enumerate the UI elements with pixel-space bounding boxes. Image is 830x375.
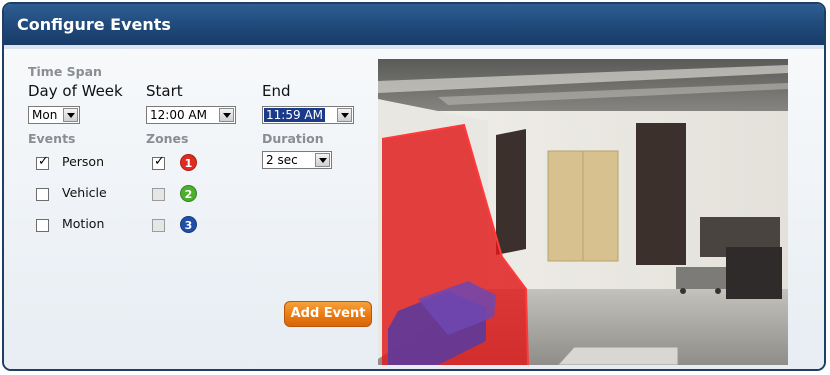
event-motion-checkbox[interactable] — [36, 219, 49, 232]
duration-label: Duration — [262, 131, 324, 146]
title-bar: Configure Events — [4, 4, 824, 45]
end-label: End — [262, 82, 291, 100]
end-time-value: 11:59 AM — [264, 108, 325, 122]
zone-2-checkbox[interactable] — [152, 188, 165, 201]
chevron-down-icon[interactable] — [219, 108, 234, 122]
event-person-checkbox[interactable]: ✓ — [36, 155, 49, 170]
camera-scene-image — [378, 59, 788, 366]
chevron-down-icon[interactable] — [63, 108, 78, 122]
zone-2-badge: 2 — [180, 185, 197, 202]
duration-value: 2 sec — [266, 153, 298, 167]
camera-view[interactable] — [378, 59, 788, 366]
zone-3-checkbox[interactable] — [152, 219, 165, 232]
zones-label: Zones — [146, 131, 189, 146]
chevron-down-icon[interactable] — [337, 108, 352, 122]
event-person-label: Person — [62, 154, 105, 169]
event-vehicle-label: Vehicle — [62, 185, 107, 200]
day-of-week-select[interactable]: Mon — [28, 106, 80, 124]
start-label: Start — [146, 82, 183, 100]
time-span-label: Time Span — [28, 64, 102, 79]
events-label: Events — [28, 131, 76, 146]
add-event-button[interactable]: Add Event — [284, 301, 372, 327]
start-time-value: 12:00 AM — [150, 108, 207, 122]
panel-title: Configure Events — [17, 15, 171, 34]
event-motion-label: Motion — [62, 216, 105, 231]
chevron-down-icon[interactable] — [315, 153, 330, 167]
day-of-week-label: Day of Week — [28, 82, 123, 100]
duration-select[interactable]: 2 sec — [262, 151, 332, 169]
zone-3-badge: 3 — [180, 216, 197, 233]
zone-1-badge: 1 — [180, 154, 197, 171]
day-of-week-value: Mon — [32, 108, 58, 122]
start-time-select[interactable]: 12:00 AM — [146, 106, 236, 124]
end-time-select[interactable]: 11:59 AM — [262, 106, 354, 124]
zone-1-checkbox[interactable]: ✓ — [152, 155, 165, 170]
event-vehicle-checkbox[interactable] — [36, 188, 49, 201]
